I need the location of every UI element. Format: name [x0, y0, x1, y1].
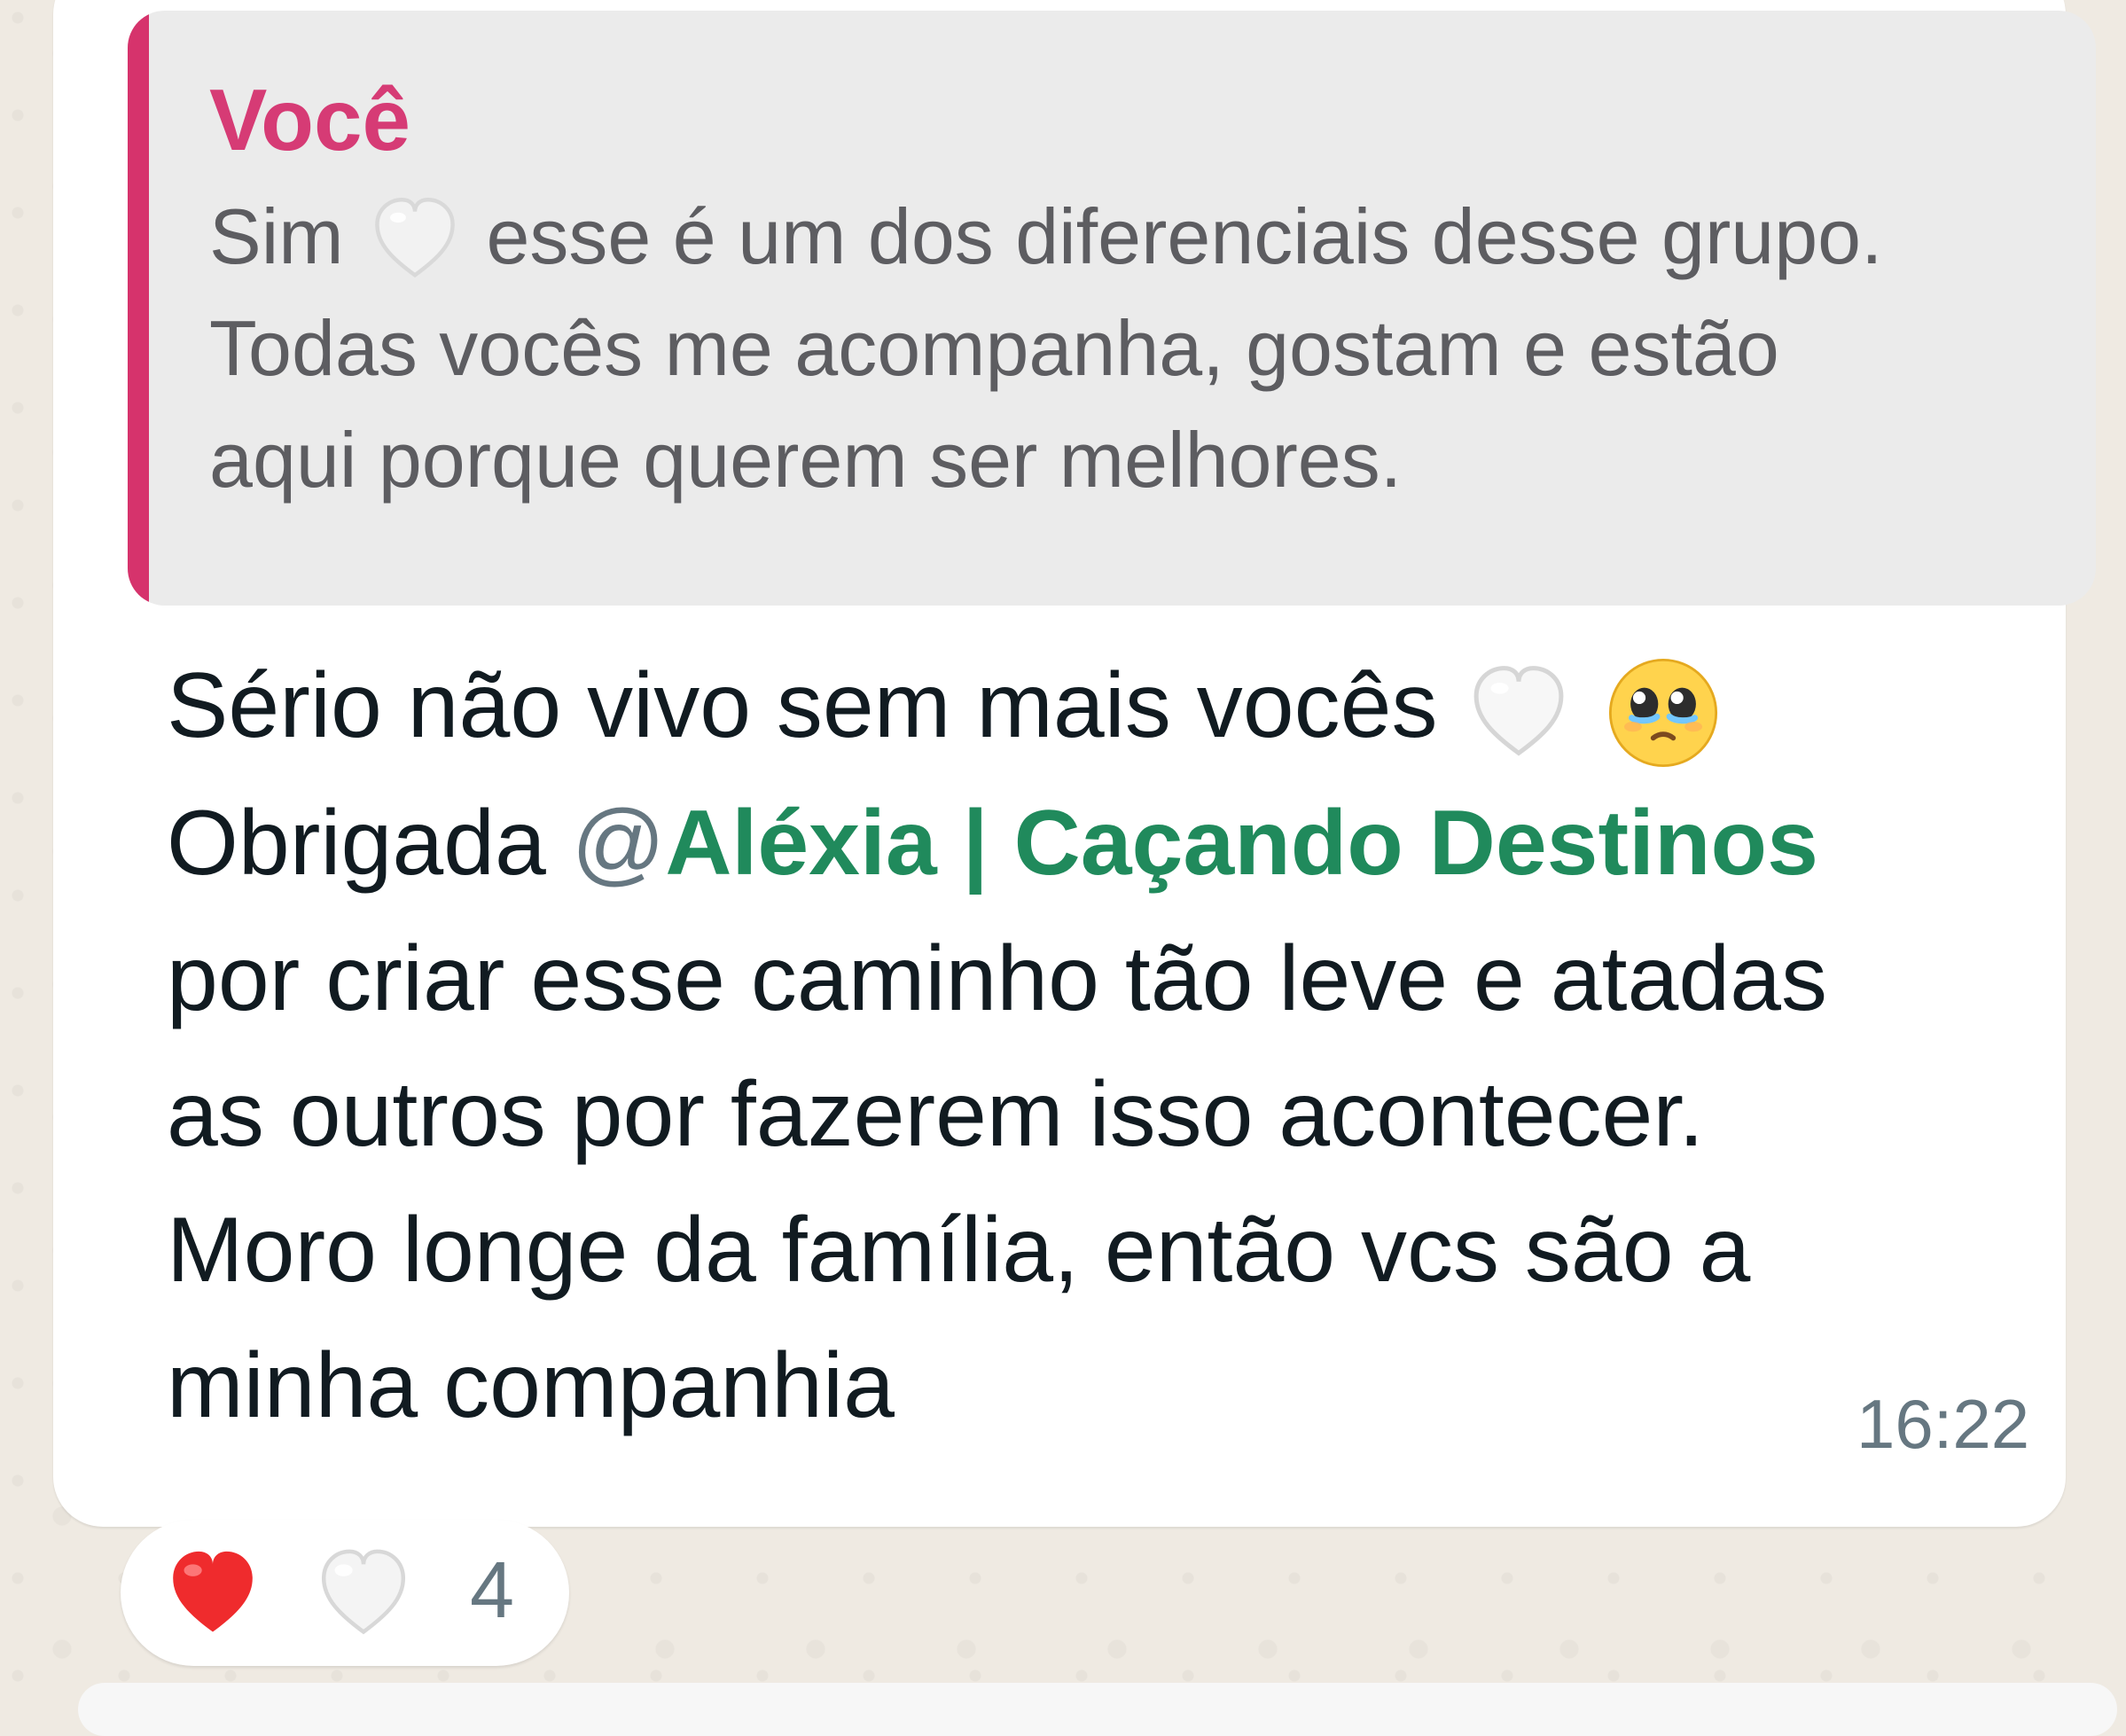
message-reactions[interactable]: 4 [121, 1520, 569, 1666]
pleading-face-icon [1609, 658, 1718, 767]
quoted-line-4: aqui porque querem ser melhores. [209, 416, 1403, 504]
quoted-line-3: Todas vocês me acompanha, gostam e estão [209, 304, 1779, 392]
quoted-message[interactable]: Você Sim esse é um dos diferenciais dess… [128, 11, 2096, 606]
message-line-3: por criar esse caminho tão leve e atadas [167, 927, 1828, 1030]
message-line-2-prefix: Obrigada [167, 791, 572, 895]
white-heart-icon [375, 197, 455, 278]
message-line-1: Sério não vivo sem mais vocês [167, 654, 1438, 757]
quoted-line-2: esse é um dos diferenciais desse grupo. [486, 192, 1883, 280]
mention-link[interactable]: Aléxia | Caçando Destinos [665, 792, 1818, 895]
message-line-4: as outros por fazerem isso acontecer. [167, 1062, 1705, 1166]
quoted-author: Você [209, 71, 410, 168]
message-bubble[interactable]: Você Sim esse é um dos diferenciais dess… [53, 0, 2096, 1527]
next-message-edge [78, 1683, 2117, 1736]
red-heart-icon[interactable] [163, 1544, 262, 1644]
reaction-count: 4 [470, 1546, 515, 1635]
mention-at-symbol: @ [571, 791, 666, 895]
message-timestamp: 16:22 [1856, 1385, 2030, 1463]
message-text: Sério não vivo sem mais vocês Obrigada @… [167, 638, 2108, 1454]
white-heart-icon [1473, 665, 1564, 756]
quote-accent-bar [128, 11, 149, 606]
white-heart-icon[interactable] [314, 1544, 413, 1644]
quoted-line-1: Sim [209, 192, 344, 280]
message-line-6: minha companhia [167, 1333, 895, 1437]
quoted-text: Sim esse é um dos diferenciais desse gru… [209, 181, 2062, 516]
message-line-5: Moro longe da família, então vcs são a [167, 1198, 1751, 1302]
